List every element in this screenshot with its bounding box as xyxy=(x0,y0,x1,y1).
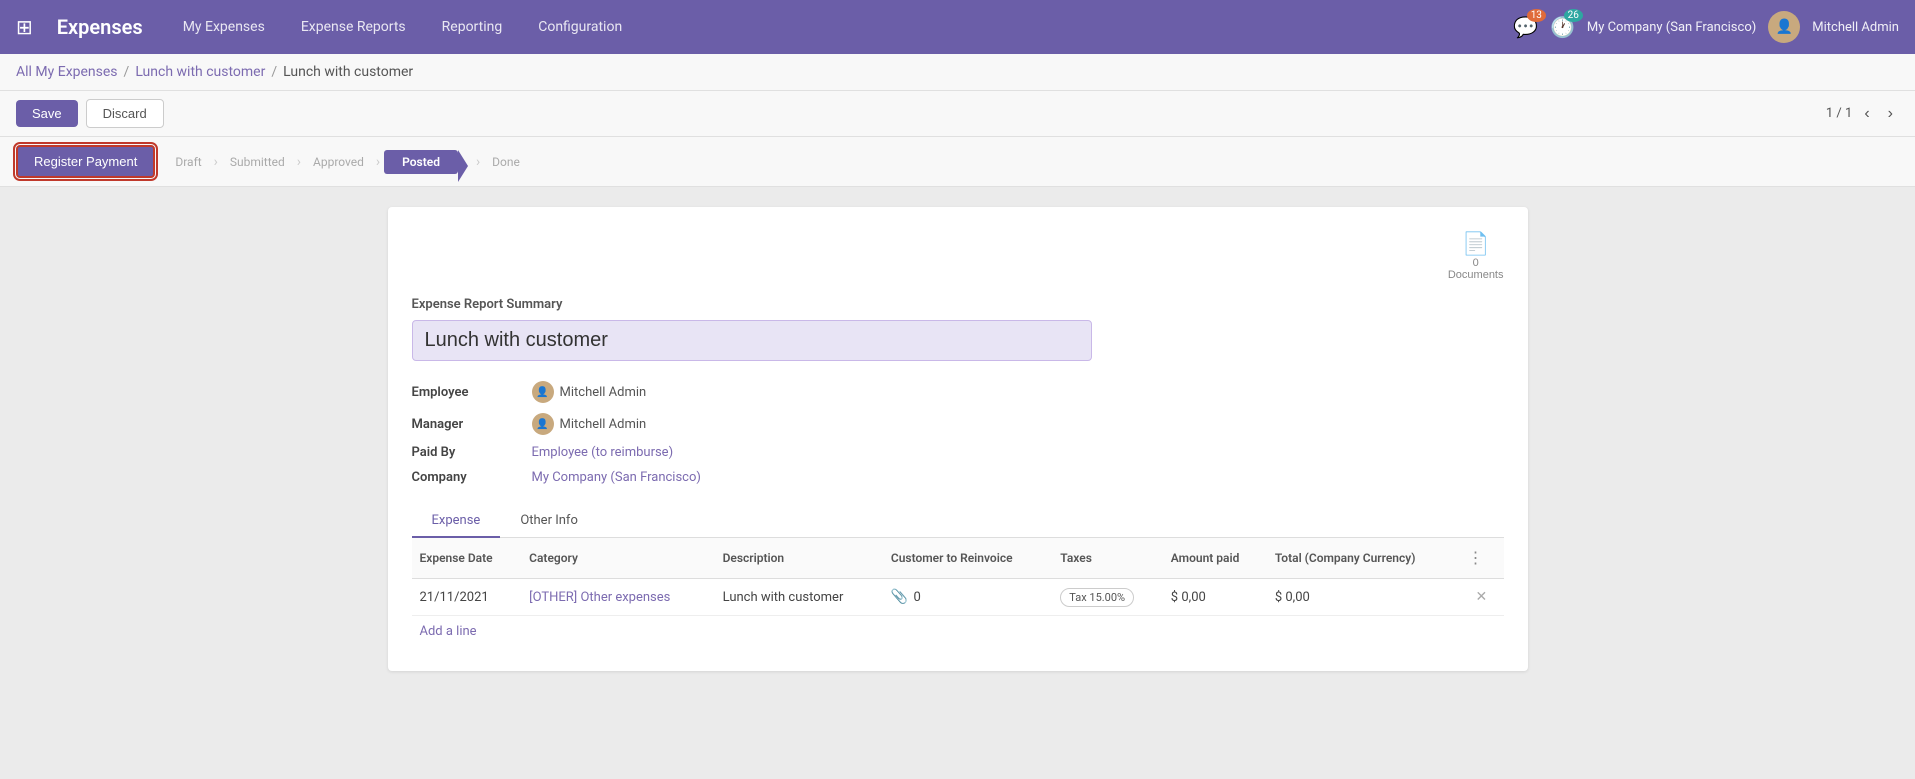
company-label: Company xyxy=(412,470,532,485)
tab-other-info[interactable]: Other Info xyxy=(500,505,598,538)
paid-by-label: Paid By xyxy=(412,445,532,460)
nav-my-expenses[interactable]: My Expenses xyxy=(175,15,273,39)
register-payment-button[interactable]: Register Payment xyxy=(16,145,155,178)
doc-area: 📄 0 Documents xyxy=(412,231,1504,281)
employee-field-row: Employee 👤 Mitchell Admin xyxy=(412,381,1504,403)
user-name: Mitchell Admin xyxy=(1812,20,1899,35)
expense-table: Expense Date Category Description Custom… xyxy=(412,538,1504,616)
pager-next[interactable]: › xyxy=(1882,103,1899,125)
col-description: Description xyxy=(715,538,883,579)
app-title: Expenses xyxy=(57,15,143,39)
nav-configuration[interactable]: Configuration xyxy=(530,15,630,39)
cell-actions: ✕ xyxy=(1459,579,1503,616)
company-value[interactable]: My Company (San Francisco) xyxy=(532,470,701,485)
col-amount: Amount paid xyxy=(1163,538,1267,579)
expense-name-input[interactable] xyxy=(412,320,1092,361)
main-content: 📄 0 Documents Expense Report Summary Emp… xyxy=(0,187,1915,779)
add-line-button[interactable]: Add a line xyxy=(412,616,485,647)
pager-text: 1 / 1 xyxy=(1826,106,1852,121)
delete-row-button[interactable]: ✕ xyxy=(1475,589,1487,605)
status-done-label: Done xyxy=(484,155,528,169)
col-total: Total (Company Currency) xyxy=(1267,538,1460,579)
doc-count: 0 xyxy=(1473,257,1479,269)
status-bar: Register Payment Draft › Submitted › App… xyxy=(0,137,1915,187)
col-category: Category xyxy=(521,538,714,579)
pager-prev[interactable]: ‹ xyxy=(1858,103,1875,125)
cell-taxes: Tax 15.00% xyxy=(1052,579,1163,616)
col-actions-header: ⋮ xyxy=(1459,538,1503,579)
app-grid-icon[interactable]: ⊞ xyxy=(16,15,33,39)
table-menu-button[interactable]: ⋮ xyxy=(1467,548,1483,568)
breadcrumb-all-expenses[interactable]: All My Expenses xyxy=(16,64,118,80)
chat-badge: 13 xyxy=(1527,9,1546,22)
pager: 1 / 1 ‹ › xyxy=(1826,103,1899,125)
sep2: › xyxy=(293,154,305,170)
sep4: › xyxy=(472,154,484,170)
cell-total: $ 0,00 xyxy=(1267,579,1460,616)
status-posted-active: Posted xyxy=(384,150,458,174)
sep3: › xyxy=(372,154,384,170)
manager-avatar: 👤 xyxy=(532,413,554,435)
top-nav: ⊞ Expenses My Expenses Expense Reports R… xyxy=(0,0,1915,54)
breadcrumb-sep-1: / xyxy=(124,64,130,80)
employee-value: 👤 Mitchell Admin xyxy=(532,381,647,403)
table-header-row: Expense Date Category Description Custom… xyxy=(412,538,1504,579)
form-section-title: Expense Report Summary xyxy=(412,297,1504,312)
employee-name: Mitchell Admin xyxy=(560,385,647,400)
discard-button[interactable]: Discard xyxy=(86,99,164,128)
chat-notification[interactable]: 💬 13 xyxy=(1513,15,1538,39)
doc-label: Documents xyxy=(1448,269,1504,281)
col-taxes: Taxes xyxy=(1052,538,1163,579)
manager-name: Mitchell Admin xyxy=(560,417,647,432)
employee-label: Employee xyxy=(412,385,532,400)
tax-badge: Tax 15.00% xyxy=(1060,588,1134,607)
breadcrumb-current: Lunch with customer xyxy=(283,64,413,80)
attachment-count: 0 xyxy=(914,590,921,605)
document-icon: 📄 xyxy=(1462,231,1489,257)
table-row: 21/11/2021 [OTHER] Other expenses Lunch … xyxy=(412,579,1504,616)
documents-button[interactable]: 📄 0 Documents xyxy=(1448,231,1504,281)
manager-label: Manager xyxy=(412,417,532,432)
breadcrumb-lunch[interactable]: Lunch with customer xyxy=(135,64,265,80)
cell-customer: 📎 0 xyxy=(883,579,1052,616)
employee-avatar: 👤 xyxy=(532,381,554,403)
tab-bar: Expense Other Info xyxy=(412,505,1504,538)
nav-right: 💬 13 🕐 26 My Company (San Francisco) 👤 M… xyxy=(1513,11,1899,43)
breadcrumb-sep-2: / xyxy=(271,64,277,80)
col-customer: Customer to Reinvoice xyxy=(883,538,1052,579)
status-pipeline: Draft › Submitted › Approved › Posted › … xyxy=(167,150,528,174)
sep1: › xyxy=(210,154,222,170)
status-draft-label: Draft xyxy=(167,155,209,169)
company-name: My Company (San Francisco) xyxy=(1587,20,1756,35)
manager-value: 👤 Mitchell Admin xyxy=(532,413,647,435)
paid-by-field-row: Paid By Employee (to reimburse) xyxy=(412,445,1504,460)
paid-by-value[interactable]: Employee (to reimburse) xyxy=(532,445,674,460)
cell-date: 21/11/2021 xyxy=(412,579,522,616)
company-field-row: Company My Company (San Francisco) xyxy=(412,470,1504,485)
save-button[interactable]: Save xyxy=(16,100,78,127)
user-avatar[interactable]: 👤 xyxy=(1768,11,1800,43)
col-date: Expense Date xyxy=(412,538,522,579)
manager-field-row: Manager 👤 Mitchell Admin xyxy=(412,413,1504,435)
attachment-icon: 📎 xyxy=(891,589,908,605)
breadcrumb: All My Expenses / Lunch with customer / … xyxy=(0,54,1915,91)
cell-description: Lunch with customer xyxy=(715,579,883,616)
tab-expense[interactable]: Expense xyxy=(412,505,501,538)
status-approved-label: Approved xyxy=(305,155,372,169)
nav-reporting[interactable]: Reporting xyxy=(434,15,511,39)
activity-badge: 26 xyxy=(1564,9,1583,22)
nav-expense-reports[interactable]: Expense Reports xyxy=(293,15,414,39)
activity-notification[interactable]: 🕐 26 xyxy=(1550,15,1575,39)
status-submitted-label: Submitted xyxy=(222,155,293,169)
cell-amount: $ 0,00 xyxy=(1163,579,1267,616)
form-card: 📄 0 Documents Expense Report Summary Emp… xyxy=(388,207,1528,671)
cell-category: [OTHER] Other expenses xyxy=(521,579,714,616)
action-bar: Save Discard 1 / 1 ‹ › xyxy=(0,91,1915,137)
